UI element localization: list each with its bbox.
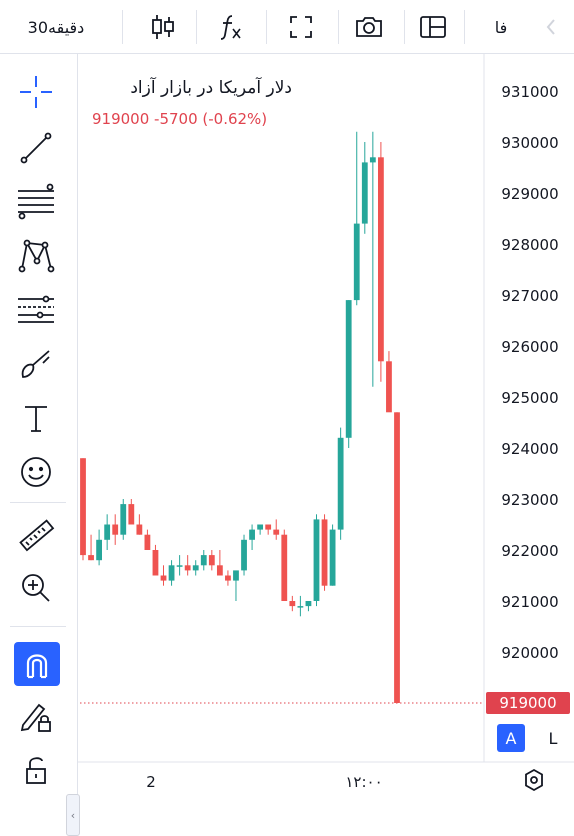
y-tick-label: 924000 [501, 440, 558, 458]
candle-up [361, 162, 368, 224]
candle-up [329, 529, 336, 586]
y-tick-label: 923000 [501, 491, 558, 509]
price-chart[interactable]: 931000 930000 929000 928000 927000 926000 9250… [0, 0, 574, 800]
candle-up [353, 223, 360, 301]
candle-down [377, 157, 384, 362]
x-tick-label: 2 [146, 773, 156, 791]
candle-down [160, 575, 167, 581]
y-tick-label: 927000 [501, 287, 558, 305]
candle-down [225, 575, 231, 581]
candle-down [144, 534, 151, 550]
y-tick-label: 922000 [501, 542, 558, 560]
candle-up [96, 539, 103, 561]
y-tick-label: 930000 [501, 134, 558, 152]
log-scale-button[interactable]: L [539, 724, 567, 752]
candle-up [369, 157, 376, 163]
candle-down [321, 519, 328, 586]
candle-up [168, 565, 175, 581]
y-tick-label: 928000 [501, 236, 558, 254]
price-change-line: 919000 -5700 (-0.62%) [92, 110, 268, 128]
candle-up [249, 529, 255, 540]
candle-up [192, 565, 199, 571]
y-tick-label: 929000 [501, 185, 558, 203]
candle-up [305, 601, 312, 607]
candle-down [80, 458, 86, 556]
candle-up [313, 519, 320, 601]
candle-down [88, 555, 94, 561]
candle-up [176, 565, 183, 567]
candle-up [241, 539, 247, 571]
last-price-tag: 919000 [486, 692, 570, 714]
candle-up [104, 524, 111, 540]
collapse-sidebar-button[interactable]: ‹ [66, 794, 80, 836]
candle-down [281, 534, 288, 601]
candle-down [265, 524, 272, 530]
candle-down [394, 412, 400, 703]
x-tick-label: ۱۲:۰۰ [345, 773, 382, 791]
candle-up [233, 570, 239, 581]
auto-scale-button[interactable]: A [497, 724, 525, 752]
candle-down [128, 504, 135, 525]
y-tick-label: 920000 [501, 644, 558, 662]
chart-title: دلار آمریکا در بازار آزاد [130, 78, 292, 98]
candle-down [112, 524, 119, 535]
candle-down [273, 529, 280, 535]
y-tick-label: 921000 [501, 593, 558, 611]
candle-up [297, 606, 304, 608]
y-tick-label: 931000 [501, 83, 558, 101]
candle-down [136, 524, 143, 535]
candle-down [152, 550, 159, 576]
settings-icon[interactable] [522, 768, 546, 792]
candle-down [216, 565, 223, 576]
candle-down [386, 361, 392, 413]
candle-up [257, 524, 264, 530]
candle-down [208, 555, 215, 566]
candle-up [345, 300, 352, 438]
candle-up [337, 437, 344, 530]
candle-up [200, 555, 207, 566]
candle-up [120, 504, 127, 535]
y-tick-label: 926000 [501, 338, 558, 356]
y-tick-label: 925000 [501, 389, 558, 407]
candle-down [184, 565, 191, 571]
candle-down [289, 601, 296, 607]
